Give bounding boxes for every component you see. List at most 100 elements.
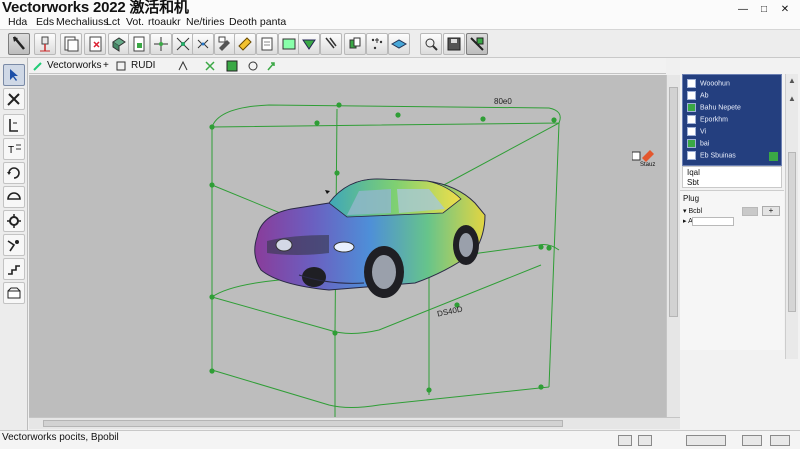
- check-icon[interactable]: [769, 152, 778, 161]
- cursor-icon: [325, 190, 330, 194]
- list-item[interactable]: Wooohun: [687, 79, 730, 91]
- view-cube-icon[interactable]: [115, 60, 128, 72]
- snap-icon[interactable]: [177, 60, 190, 72]
- car-3d-model[interactable]: [254, 178, 486, 298]
- green-dropdown-icon[interactable]: [278, 33, 300, 55]
- layer-tool-icon[interactable]: [3, 186, 25, 208]
- gear-tool-icon[interactable]: [3, 210, 25, 232]
- stair-tool-icon[interactable]: [3, 258, 25, 280]
- document-edit-icon[interactable]: [256, 33, 278, 55]
- resource-footer-label: Iqal: [687, 168, 700, 177]
- floating-palette-icon[interactable]: Stauz: [631, 148, 662, 172]
- reshape-icon[interactable]: [3, 88, 25, 110]
- menu-bar: Hda Eds Mechaliuss Lct Vot. rtoaukr Ne/t…: [0, 14, 800, 30]
- cross-tool-icon[interactable]: [3, 114, 25, 136]
- view-bar: Vectorworks + RUDI: [29, 58, 666, 74]
- menu-item[interactable]: Ne/tiries: [186, 16, 225, 28]
- menu-item[interactable]: Lct: [106, 16, 120, 28]
- list-item[interactable]: Bahu Nepete: [687, 103, 741, 115]
- pin-icon: ▾: [683, 208, 687, 215]
- document-icon: [687, 127, 696, 136]
- document-icon: [687, 91, 696, 100]
- render-icon[interactable]: [265, 60, 278, 72]
- menu-item[interactable]: Hda: [8, 16, 27, 28]
- green-dropdown-icon[interactable]: [298, 33, 320, 55]
- vectorworks-app: Vectorworks 2022 激活和机 — □ ✕ Hda Eds Mech…: [0, 0, 800, 449]
- list-item[interactable]: Vi: [687, 127, 706, 139]
- diamond-layer-icon[interactable]: [388, 33, 410, 55]
- drawing-horizontal-scrollbar[interactable]: [29, 417, 680, 429]
- text-tool-icon[interactable]: T: [3, 138, 25, 160]
- document-icon: [687, 115, 696, 124]
- magic-wand-icon[interactable]: [32, 60, 45, 72]
- document-stack-icon[interactable]: [60, 33, 82, 55]
- list-item[interactable]: Eb Sbuinas: [687, 151, 781, 163]
- status-button[interactable]: [770, 435, 790, 446]
- layer-green-icon: [687, 103, 696, 112]
- push-pin-icon[interactable]: [34, 33, 56, 55]
- select-arrow-icon[interactable]: [8, 33, 30, 55]
- 3d-view-canvas: [209, 102, 561, 417]
- drawing-vertical-scrollbar[interactable]: [666, 75, 680, 417]
- eraser-icon[interactable]: [192, 33, 214, 55]
- menu-item[interactable]: Mechaliuss: [56, 16, 109, 28]
- zoom-rect-icon[interactable]: [420, 33, 442, 55]
- document-star-icon[interactable]: [84, 33, 106, 55]
- tool-palette: T: [0, 58, 28, 430]
- svg-text:T: T: [8, 145, 14, 156]
- navigator-icon[interactable]: [247, 60, 260, 72]
- dimension-label-top: 80e0: [494, 97, 512, 106]
- main-toolbar: [0, 30, 800, 58]
- object-info-row: ▾ Bcbl: [683, 208, 703, 215]
- status-button[interactable]: [618, 435, 632, 446]
- scroll-thumb[interactable]: [669, 87, 678, 317]
- camera-icon[interactable]: [204, 60, 217, 72]
- document-icon: [687, 151, 696, 160]
- list-item[interactable]: bai: [687, 139, 709, 151]
- wall-tool-icon[interactable]: [3, 282, 25, 304]
- scroll-thumb[interactable]: [43, 420, 563, 427]
- menu-item[interactable]: Deoth panta: [229, 16, 286, 28]
- document-edit-icon[interactable]: [234, 33, 256, 55]
- navigate-cube-icon[interactable]: [466, 33, 488, 55]
- menu-item[interactable]: Eds: [36, 16, 54, 28]
- menu-item[interactable]: rtoaukr: [148, 16, 181, 28]
- save-floppy-icon[interactable]: [443, 33, 465, 55]
- resource-footer-label: Sbt: [687, 178, 700, 187]
- object-info-panel: Plug ▾ Bcbl ▸ A +: [680, 190, 784, 350]
- status-button[interactable]: [742, 435, 762, 446]
- sparkle-dots-icon[interactable]: [366, 33, 388, 55]
- add-button[interactable]: +: [762, 206, 780, 216]
- color-swatch[interactable]: [742, 207, 758, 216]
- pin-icon: ▸: [683, 218, 687, 225]
- snap-arrows-icon[interactable]: [172, 33, 194, 55]
- wrench-icon[interactable]: [320, 33, 342, 55]
- cube-tool-icon[interactable]: [108, 33, 130, 55]
- move-tool-icon[interactable]: [3, 234, 25, 256]
- view-add-button[interactable]: +: [103, 60, 109, 71]
- list-item[interactable]: Ab: [687, 91, 709, 103]
- arrow-select-icon[interactable]: [3, 64, 25, 86]
- list-item[interactable]: Eporkhm: [687, 115, 728, 127]
- floating-icon-label: Stauz: [640, 162, 656, 168]
- status-bar: Vectorworks pocits, Bpobil: [0, 430, 800, 449]
- cube-green-icon[interactable]: [344, 33, 366, 55]
- menu-item[interactable]: Vot.: [126, 16, 144, 28]
- page-green-icon[interactable]: [128, 33, 150, 55]
- status-button[interactable]: [686, 435, 726, 446]
- scroll-thumb[interactable]: [788, 152, 796, 312]
- status-button[interactable]: [638, 435, 652, 446]
- scroll-up-icon[interactable]: ▲: [788, 76, 796, 85]
- snap-cross-icon[interactable]: [150, 33, 172, 55]
- rotate-icon[interactable]: [3, 162, 25, 184]
- scroll-up-icon[interactable]: ▲: [788, 94, 796, 103]
- pencil-grid-icon[interactable]: [214, 33, 236, 55]
- grid-icon[interactable]: [226, 60, 239, 72]
- view-class-label[interactable]: RUDI: [131, 60, 155, 71]
- right-palettes: Wooohun Ab Bahu Nepete Eporkhm Vi bai Eb…: [680, 58, 800, 430]
- object-info-field[interactable]: [692, 217, 734, 226]
- view-layer-label[interactable]: Vectorworks: [47, 60, 101, 71]
- drawing-area[interactable]: 80e0 DS40D: [29, 75, 666, 417]
- right-pane-scrollbar[interactable]: ▲ ▲: [785, 74, 798, 359]
- object-info-title: Plug: [683, 194, 700, 203]
